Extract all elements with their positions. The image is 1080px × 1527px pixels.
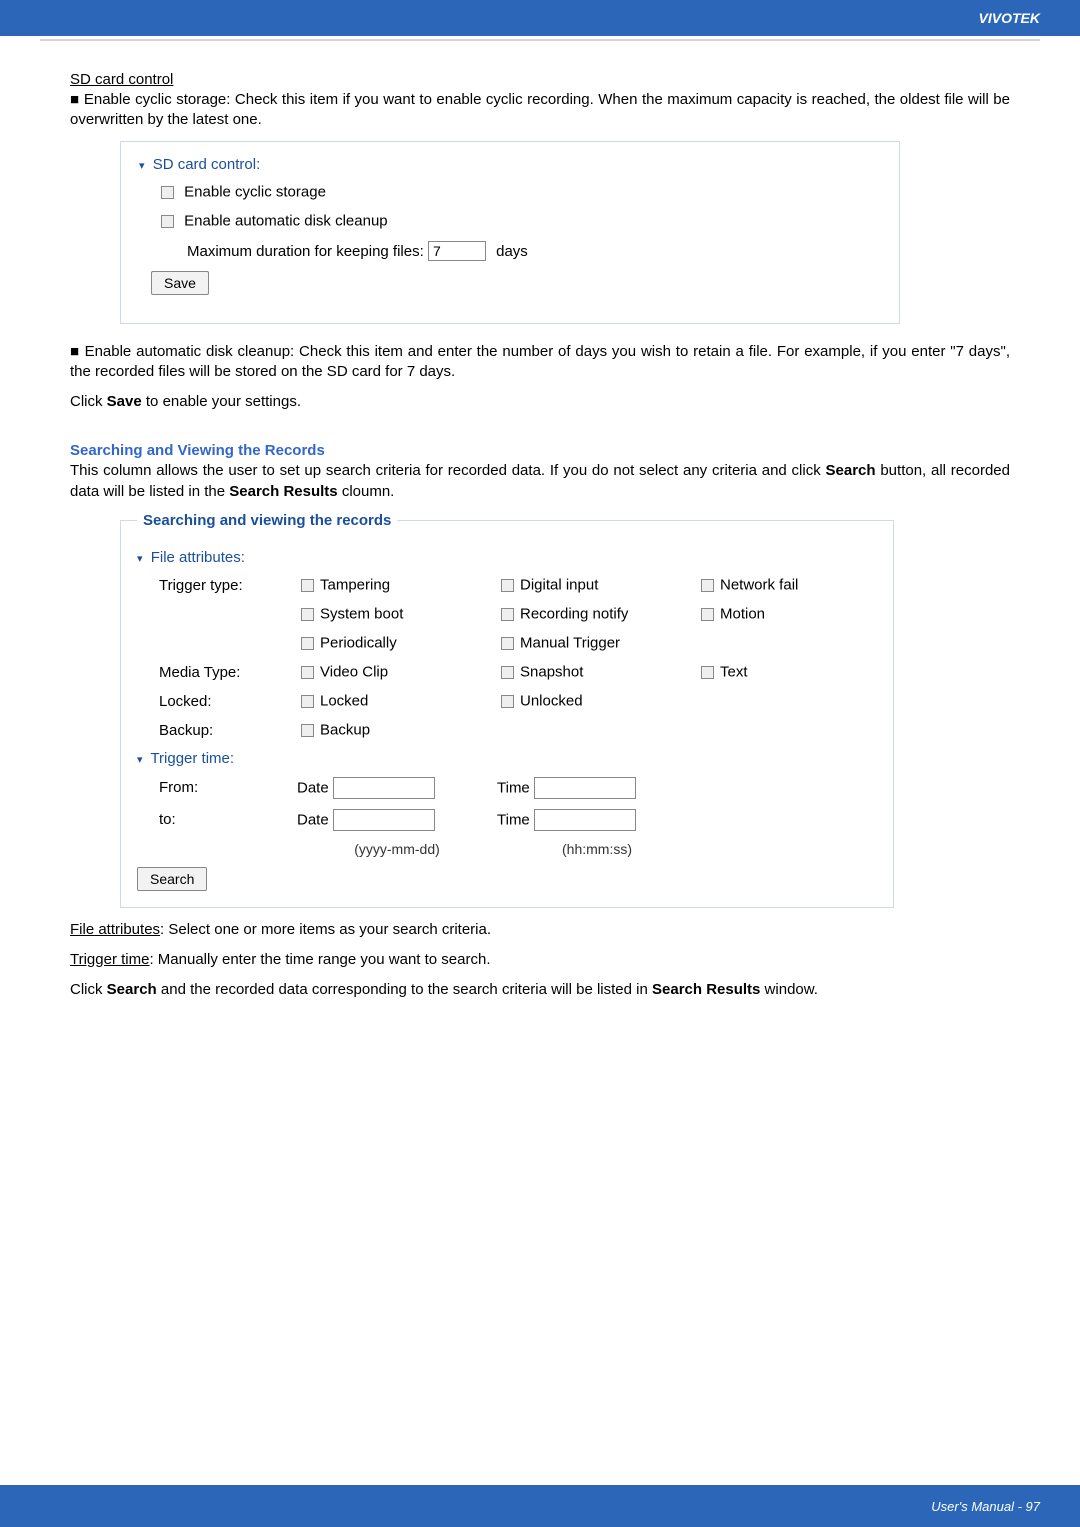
from-time-input[interactable]	[534, 777, 636, 799]
backup-opt-label: Backup	[320, 721, 370, 738]
date-label: Date	[297, 811, 329, 828]
save-button[interactable]: Save	[151, 271, 209, 295]
motion-label: Motion	[720, 605, 765, 622]
header-bar: VIVOTEK	[0, 0, 1080, 36]
video-clip-label: Video Clip	[320, 663, 388, 680]
backup-checkbox[interactable]	[301, 724, 314, 737]
to-time-input[interactable]	[534, 809, 636, 831]
locked-opt-label: Locked	[320, 692, 368, 709]
sd-card-control-panel: ▾ SD card control: Enable cyclic storage…	[120, 141, 900, 324]
enable-cleanup-checkbox[interactable]	[161, 215, 174, 228]
chevron-down-icon: ▾	[137, 553, 143, 565]
chevron-down-icon: ▾	[139, 160, 145, 172]
sd-card-control-heading: SD card control	[70, 71, 1010, 88]
locked-label: Locked:	[137, 693, 297, 710]
click-search-help: Click Search and the recorded data corre…	[70, 980, 1010, 1000]
video-clip-checkbox[interactable]	[301, 666, 314, 679]
trigger-type-label: Trigger type:	[137, 577, 297, 594]
unlocked-label: Unlocked	[520, 692, 583, 709]
locked-checkbox[interactable]	[301, 695, 314, 708]
system-boot-label: System boot	[320, 605, 403, 622]
digital-input-checkbox[interactable]	[501, 579, 514, 592]
text-checkbox[interactable]	[701, 666, 714, 679]
max-duration-input[interactable]	[428, 241, 486, 261]
brand-label: VIVOTEK	[979, 10, 1040, 26]
enable-cleanup-label: Enable automatic disk cleanup	[184, 212, 387, 229]
from-label: From:	[137, 779, 297, 796]
to-label: to:	[137, 811, 297, 828]
backup-label: Backup:	[137, 722, 297, 739]
date-format-hint: (yyyy-mm-dd)	[297, 841, 497, 857]
to-date-input[interactable]	[333, 809, 435, 831]
days-label: days	[496, 243, 528, 260]
max-duration-label: Maximum duration for keeping files:	[187, 243, 424, 260]
tampering-label: Tampering	[320, 576, 390, 593]
time-label: Time	[497, 779, 530, 796]
file-attributes-label: File attributes:	[151, 549, 245, 566]
trigger-time-help: Trigger time: Manually enter the time ra…	[70, 950, 1010, 970]
enable-cyclic-checkbox[interactable]	[161, 186, 174, 199]
sd-panel-title: SD card control:	[153, 156, 261, 173]
click-save-line: Click Save to enable your settings.	[70, 392, 1010, 412]
periodically-checkbox[interactable]	[301, 637, 314, 650]
search-records-panel: Searching and viewing the records ▾ File…	[120, 512, 894, 908]
unlocked-checkbox[interactable]	[501, 695, 514, 708]
search-panel-legend: Searching and viewing the records	[137, 512, 397, 529]
date-label: Date	[297, 779, 329, 796]
time-label: Time	[497, 811, 530, 828]
file-attributes-help: File attributes: Select one or more item…	[70, 920, 1010, 940]
motion-checkbox[interactable]	[701, 608, 714, 621]
tampering-checkbox[interactable]	[301, 579, 314, 592]
from-date-input[interactable]	[333, 777, 435, 799]
snapshot-checkbox[interactable]	[501, 666, 514, 679]
network-fail-checkbox[interactable]	[701, 579, 714, 592]
manual-trigger-label: Manual Trigger	[520, 634, 620, 651]
network-fail-label: Network fail	[720, 576, 798, 593]
trigger-time-heading: Trigger time:	[150, 750, 234, 767]
enable-cyclic-label: Enable cyclic storage	[184, 183, 326, 200]
manual-trigger-checkbox[interactable]	[501, 637, 514, 650]
search-button[interactable]: Search	[137, 867, 207, 891]
searching-heading: Searching and Viewing the Records	[70, 442, 1010, 459]
recording-notify-label: Recording notify	[520, 605, 628, 622]
snapshot-label: Snapshot	[520, 663, 583, 680]
sd-bullet-cyclic: ■ Enable cyclic storage: Check this item…	[70, 90, 1010, 131]
footer-page-label: User's Manual - 97	[931, 1499, 1040, 1514]
time-format-hint: (hh:mm:ss)	[497, 841, 697, 857]
chevron-down-icon: ▾	[137, 754, 143, 766]
system-boot-checkbox[interactable]	[301, 608, 314, 621]
media-type-label: Media Type:	[137, 664, 297, 681]
sd-bullet-cleanup: ■ Enable automatic disk cleanup: Check t…	[70, 342, 1010, 383]
footer-bar: User's Manual - 97	[0, 1485, 1080, 1527]
periodically-label: Periodically	[320, 634, 397, 651]
recording-notify-checkbox[interactable]	[501, 608, 514, 621]
searching-intro: This column allows the user to set up se…	[70, 461, 1010, 502]
digital-input-label: Digital input	[520, 576, 598, 593]
text-label: Text	[720, 663, 748, 680]
